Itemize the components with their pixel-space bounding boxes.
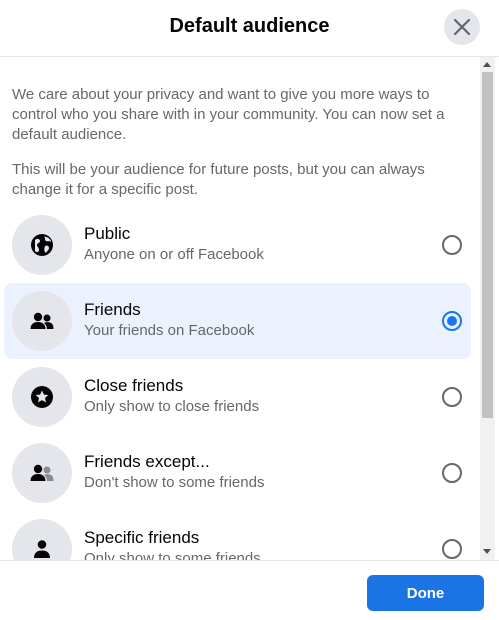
radio-friends[interactable] bbox=[442, 311, 462, 331]
radio-specific-friends[interactable] bbox=[442, 539, 462, 559]
scroll-down-arrow-icon[interactable] bbox=[483, 549, 491, 554]
intro-paragraph-2: This will be your audience for future po… bbox=[12, 161, 425, 198]
option-subtitle: Your friends on Facebook bbox=[84, 322, 255, 339]
close-button[interactable] bbox=[444, 9, 480, 45]
option-subtitle: Don't show to some friends bbox=[84, 474, 265, 491]
done-button[interactable]: Done bbox=[367, 575, 484, 611]
option-subtitle: Only show to close friends bbox=[84, 398, 260, 415]
person-icon-container bbox=[12, 519, 72, 560]
close-icon bbox=[453, 18, 471, 36]
scrollbar[interactable] bbox=[480, 57, 495, 560]
option-title: Friends except... bbox=[84, 452, 210, 471]
radio-public[interactable] bbox=[442, 235, 462, 255]
option-title: Friends bbox=[84, 300, 141, 319]
scrollbar-thumb[interactable] bbox=[482, 72, 493, 418]
friends-except-icon-container bbox=[12, 443, 72, 503]
audience-option-public[interactable]: Public Anyone on or off Facebook bbox=[4, 207, 471, 283]
radio-close-friends[interactable] bbox=[442, 387, 462, 407]
scroll-up-arrow-icon[interactable] bbox=[483, 62, 491, 67]
option-subtitle: Only show to some friends bbox=[84, 550, 261, 560]
friends-except-icon bbox=[30, 464, 54, 481]
dialog-footer: Done bbox=[0, 560, 499, 620]
radio-friends-except[interactable] bbox=[442, 463, 462, 483]
globe-icon-container bbox=[12, 215, 72, 275]
globe-icon bbox=[31, 234, 53, 256]
option-title: Close friends bbox=[84, 376, 184, 395]
person-icon bbox=[34, 540, 50, 558]
dialog-title: Default audience bbox=[169, 15, 330, 37]
audience-option-list[interactable]: We care about your privacy and want to g… bbox=[0, 57, 499, 560]
audience-option-friends[interactable]: Friends Your friends on Facebook bbox=[4, 283, 471, 359]
audience-option-close-friends[interactable]: Close friends Only show to close friends bbox=[4, 359, 471, 435]
option-title: Specific friends bbox=[84, 528, 200, 547]
star-icon bbox=[31, 386, 53, 408]
dialog-header: Default audience bbox=[0, 0, 499, 57]
option-title: Public bbox=[84, 224, 131, 243]
audience-option-specific-friends[interactable]: Specific friends Only show to some frien… bbox=[4, 511, 471, 560]
friends-icon bbox=[30, 312, 54, 329]
friends-icon-container bbox=[12, 291, 72, 351]
star-icon-container bbox=[12, 367, 72, 427]
intro-paragraph-1: We care about your privacy and want to g… bbox=[12, 86, 445, 143]
option-subtitle: Anyone on or off Facebook bbox=[84, 246, 264, 263]
audience-option-friends-except[interactable]: Friends except... Don't show to some fri… bbox=[4, 435, 471, 511]
